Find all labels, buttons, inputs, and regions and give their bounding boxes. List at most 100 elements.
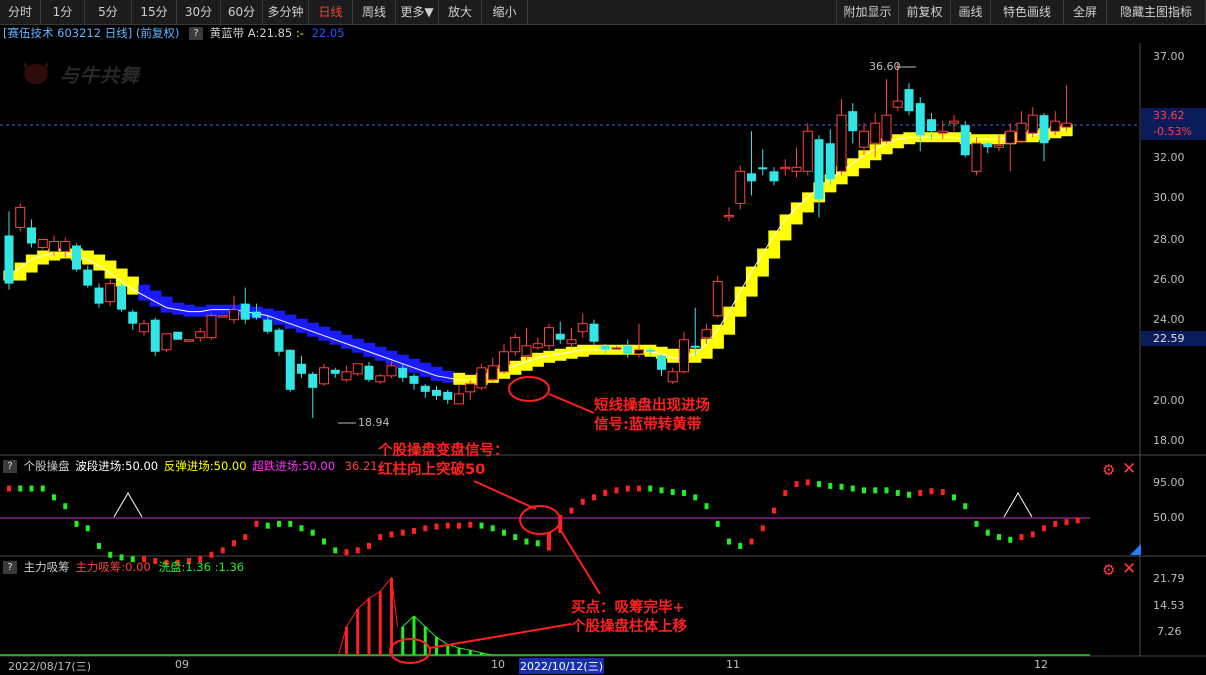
band-segment [250, 306, 263, 319]
period-tab-daily[interactable]: 日线 [309, 0, 353, 24]
band-segment [835, 166, 848, 185]
zoom-out-button[interactable]: 缩小 [482, 0, 528, 24]
candle-body-up [184, 339, 194, 342]
candle-body-up [724, 214, 734, 218]
gear-icon[interactable]: ⚙ [1102, 461, 1115, 479]
operation-bar [963, 503, 968, 510]
help-icon[interactable]: ? [3, 561, 17, 574]
period-tab-multi-min[interactable]: 多分钟 [263, 0, 309, 24]
accumulation-bar [412, 616, 416, 655]
band-segment [307, 322, 319, 337]
help-icon[interactable]: ? [188, 27, 203, 40]
candle-body-up [375, 375, 386, 383]
band-segment [959, 132, 972, 145]
close-icon[interactable]: ✕ [1122, 459, 1136, 479]
price-tick: 24.00 [1153, 313, 1185, 326]
accumulation-bar [435, 637, 438, 655]
band-segment [295, 318, 308, 333]
callout-circle-band [508, 376, 550, 402]
operation-bar [850, 485, 855, 492]
candle-body-up [532, 343, 543, 349]
high-price-label: 36.60 [869, 60, 901, 73]
operation-bar [940, 489, 945, 496]
operation-bar [288, 520, 293, 527]
annotation-text: 短线操盘出现进场 [594, 398, 710, 414]
band-segment [453, 372, 466, 385]
operation-bar [907, 491, 911, 498]
candle-body-up [1016, 122, 1027, 142]
period-tab-weekly[interactable]: 周线 [353, 0, 396, 24]
annotation-text: 买点：吸筹完毕+ [571, 600, 685, 616]
hide-indicator-button[interactable]: 隐藏主图指标 [1107, 0, 1206, 24]
band-segment [734, 286, 747, 317]
gear-icon[interactable]: ⚙ [1102, 561, 1115, 579]
accumulation-bar [480, 652, 483, 655]
band-segment [37, 250, 49, 265]
candle-body-up [971, 142, 982, 172]
extra-display-button[interactable]: 附加显示 [836, 0, 899, 24]
candle-body-down [420, 385, 430, 392]
band-segment [329, 330, 342, 345]
forward-adjust-button[interactable]: 前复权 [899, 0, 951, 24]
candle-body-down [150, 319, 160, 352]
candle-body-up [341, 371, 352, 381]
period-tab-30min[interactable]: 30分 [177, 0, 221, 24]
candle-body-up [37, 238, 48, 248]
period-tab-intraday[interactable]: 分时 [0, 0, 41, 24]
period-tab-60min[interactable]: 60分 [221, 0, 263, 24]
stock-title: [赛伍技术 603212 日线] (前复权) [3, 26, 180, 40]
annotation-buy-point: 买点：吸筹完毕+ 个股操盘柱体上移 [571, 599, 687, 637]
candle-body-up [60, 240, 71, 253]
candle-body-down [814, 139, 824, 200]
candle-body-down [623, 345, 633, 354]
band-segment [745, 266, 758, 297]
operation-bar [220, 547, 225, 554]
band-segment [385, 350, 398, 365]
callout-line [473, 480, 537, 510]
candle-body-up [15, 206, 26, 228]
operation-bar [445, 522, 450, 529]
annotation-text: 个股操盘变盘信号： [378, 443, 509, 459]
operation-bar [468, 521, 473, 528]
panel3-label-accum: 主力吸筹:0.00 [75, 560, 151, 574]
candle-body-down [1039, 115, 1049, 144]
candle-body-down [657, 355, 666, 370]
candle-body-down [769, 171, 779, 182]
operation-bar [209, 551, 214, 558]
resize-corner-icon[interactable] [1130, 544, 1141, 555]
fullscreen-button[interactable]: 全屏 [1064, 0, 1107, 24]
operation-bar [457, 522, 461, 529]
band-segment [937, 132, 949, 143]
candle-body-down [927, 119, 936, 132]
draw-line-button[interactable]: 画线 [951, 0, 991, 24]
close-icon[interactable]: ✕ [1122, 559, 1136, 579]
period-tab-15min[interactable]: 15分 [132, 0, 177, 24]
operation-bar [592, 494, 596, 501]
operation-bar [434, 523, 439, 530]
help-icon[interactable]: ? [3, 460, 17, 473]
candle-body-up [465, 383, 476, 393]
date-month-12: 12 [1034, 658, 1048, 671]
band-segment [14, 262, 27, 281]
special-draw-button[interactable]: 特色画线 [991, 0, 1064, 24]
candle-body-down [83, 269, 93, 286]
operation-bar [1030, 531, 1035, 538]
band-segment [228, 304, 241, 315]
operation-bar [715, 520, 720, 527]
band-segment [160, 296, 173, 313]
accumulation-bar [446, 644, 450, 655]
operation-bar [7, 485, 11, 492]
band-segment [892, 134, 904, 149]
band-segment [824, 174, 837, 193]
zoom-in-button[interactable]: 放大 [439, 0, 482, 24]
operation-bar [817, 481, 821, 488]
accumulation-bar [378, 591, 382, 655]
more-dropdown[interactable]: 更多▼ [396, 0, 439, 24]
period-tab-5min[interactable]: 5分 [85, 0, 132, 24]
band-segment [70, 248, 83, 261]
accumulation-bar [367, 598, 371, 655]
band-segment [610, 344, 623, 355]
operation-bar [40, 485, 45, 492]
period-tab-1min[interactable]: 1分 [41, 0, 85, 24]
band-segment [543, 350, 556, 363]
